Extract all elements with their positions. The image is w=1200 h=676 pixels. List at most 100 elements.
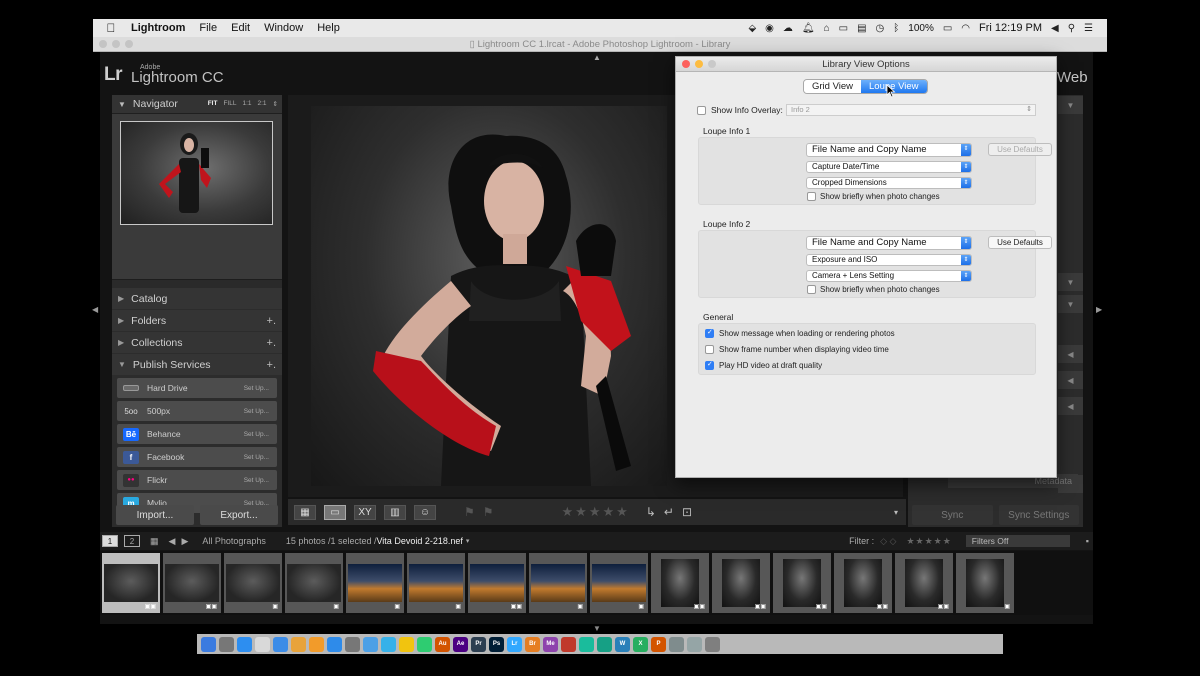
publish-service-500px[interactable]: 5oo 500px Set Up... [117, 401, 277, 421]
cloud-icon[interactable]: ☁ [783, 23, 793, 34]
show-frame-number-checkbox[interactable] [705, 345, 714, 354]
finder-icon[interactable] [201, 636, 216, 652]
window-minimize-button[interactable] [112, 40, 120, 48]
battery-icon[interactable]: ▭ [943, 23, 952, 34]
loupe1-show-briefly-checkbox[interactable] [807, 192, 816, 201]
safari-icon[interactable] [237, 636, 252, 652]
import-button[interactable]: Import... [116, 505, 194, 525]
time-machine-icon[interactable]: ◷ [876, 23, 885, 34]
menu-clock[interactable]: Fri 12:19 PM [979, 22, 1042, 34]
tab-grid-view[interactable]: Grid View [804, 80, 862, 93]
loupe1-field3-select[interactable]: Cropped Dimensions ⇕ [806, 177, 972, 189]
histogram-collapse-icon[interactable]: ▼ [1058, 96, 1083, 114]
left-panel-toggle-icon[interactable]: ◀ [92, 305, 98, 314]
module-web[interactable]: Web [1057, 69, 1088, 86]
info-overlay-select[interactable]: Info 2 ⇕ [786, 104, 1036, 116]
photoshop-icon[interactable]: Ps [489, 636, 504, 652]
menu-window[interactable]: Window [264, 22, 303, 34]
chrome-icon[interactable] [291, 636, 306, 652]
app-icon[interactable] [669, 636, 684, 652]
loupe2-field2-select[interactable]: Exposure and ISO ⇕ [806, 254, 972, 266]
publish-service-flickr[interactable]: ●● Flickr Set Up... [117, 470, 277, 490]
flag-icon[interactable]: ⚑ [464, 505, 475, 519]
loupe2-use-defaults-button[interactable]: Use Defaults [988, 236, 1052, 249]
film-thumbnail[interactable]: ▣ [407, 553, 465, 613]
system-preferences-icon[interactable] [345, 636, 360, 652]
volume-icon[interactable]: ◀ [1051, 23, 1059, 34]
mail-icon[interactable] [273, 636, 288, 652]
navigator-header[interactable]: ▼ Navigator FIT FILL 1:1 2:1 ⇕ [112, 95, 282, 114]
filter-lock-icon[interactable]: ▪ [1086, 536, 1089, 546]
media-encoder-icon[interactable]: Me [543, 636, 558, 652]
right-panel-toggle-icon[interactable]: ▶ [1096, 305, 1102, 314]
loupe2-field1-select[interactable]: File Name and Copy Name ⇕ [806, 236, 972, 250]
film-thumbnail[interactable]: ▣ [224, 553, 282, 613]
word-icon[interactable]: W [615, 636, 630, 652]
add-collection-icon[interactable]: +. [267, 337, 276, 349]
setup-link[interactable]: Set Up... [244, 431, 269, 438]
menu-help[interactable]: Help [317, 22, 340, 34]
powerpoint-icon[interactable]: P [651, 636, 666, 652]
panel-collapse-icon[interactable]: ▼ [1058, 273, 1083, 291]
top-panel-toggle-icon[interactable]: ▲ [593, 53, 601, 62]
star-rating[interactable]: ★★★★★ [562, 504, 630, 520]
selected-filename[interactable]: Vita Devoid 2-218.nef [376, 536, 462, 546]
after-effects-icon[interactable]: Ae [453, 636, 468, 652]
film-thumbnail[interactable]: ▣▣ [834, 553, 892, 613]
audition-icon[interactable]: Au [435, 636, 450, 652]
window-zoom-button[interactable] [125, 40, 133, 48]
setup-link[interactable]: Set Up... [244, 477, 269, 484]
trash-icon[interactable] [705, 636, 720, 652]
notes-icon[interactable] [399, 636, 414, 652]
film-thumbnail[interactable]: ▣ [956, 553, 1014, 613]
sync-settings-button[interactable]: Sync Settings [998, 505, 1079, 525]
app-icon[interactable] [579, 636, 594, 652]
contacts-icon[interactable] [255, 636, 270, 652]
zoom-1-1[interactable]: 1:1 [242, 100, 251, 108]
compare-view-icon[interactable]: XY [354, 504, 376, 520]
film-thumbnail[interactable]: ▣▣ [468, 553, 526, 613]
clipboard-icon[interactable]: ▤ [857, 23, 866, 34]
catalog-header[interactable]: ▶ Catalog [112, 288, 282, 309]
zoom-more-icon[interactable]: ⇕ [273, 100, 278, 108]
publish-service-behance[interactable]: Bē Behance Set Up... [117, 424, 277, 444]
film-thumbnail[interactable]: ▣▣ [712, 553, 770, 613]
panel-collapse-icon[interactable]: ▼ [1058, 295, 1083, 313]
people-view-icon[interactable]: ☺ [414, 504, 436, 520]
spotlight-search-icon[interactable]: ⚲ [1068, 23, 1075, 34]
grid-view-icon[interactable]: ▦ [294, 504, 316, 520]
film-thumbnail[interactable]: ▣ [590, 553, 648, 613]
home-icon[interactable]: ⌂ [824, 23, 830, 34]
app-store-icon[interactable] [327, 636, 342, 652]
panel-expand-icon[interactable]: ◀ [1058, 345, 1083, 363]
filter-stars[interactable]: ★★★★★ [906, 536, 951, 547]
bottom-panel-toggle-icon[interactable]: ▼ [593, 624, 601, 633]
primary-window-button[interactable]: 1 [102, 535, 118, 547]
setup-link[interactable]: Set Up... [244, 454, 269, 461]
grid-icon[interactable]: ▦ [150, 536, 159, 547]
film-thumbnail[interactable]: ▣ [529, 553, 587, 613]
dialog-minimize-button[interactable] [695, 60, 703, 68]
folders-header[interactable]: ▶ Folders +. [112, 310, 282, 331]
dialog-zoom-button[interactable] [708, 60, 716, 68]
publish-service-hard-drive[interactable]: Hard Drive Set Up... [117, 378, 277, 398]
notification-bell-icon[interactable]: 🔔︎ [802, 23, 815, 34]
crop-overlay-icon[interactable]: ⊡ [682, 505, 692, 519]
film-thumbnail[interactable]: ▣▣ [651, 553, 709, 613]
panel-expand-icon[interactable]: ◀ [1058, 371, 1083, 389]
lightroom-icon[interactable]: Lr [507, 636, 522, 652]
source-label[interactable]: All Photographs [202, 536, 266, 546]
film-thumbnail[interactable]: ▣ [346, 553, 404, 613]
reject-flag-icon[interactable]: ⚑ [483, 505, 494, 519]
film-thumbnail[interactable]: ▣▣ [773, 553, 831, 613]
loupe2-show-briefly-checkbox[interactable] [807, 285, 816, 294]
menu-edit[interactable]: Edit [231, 22, 250, 34]
survey-view-icon[interactable]: ▥ [384, 504, 406, 520]
excel-icon[interactable]: X [633, 636, 648, 652]
setup-link[interactable]: Set Up... [244, 385, 269, 392]
main-photo[interactable] [311, 106, 667, 486]
secondary-window-button[interactable]: 2 [124, 535, 140, 547]
skype-icon[interactable] [381, 636, 396, 652]
loupe1-use-defaults-button[interactable]: Use Defaults [988, 143, 1052, 156]
forward-arrow-icon[interactable]: ▶ [181, 536, 188, 547]
